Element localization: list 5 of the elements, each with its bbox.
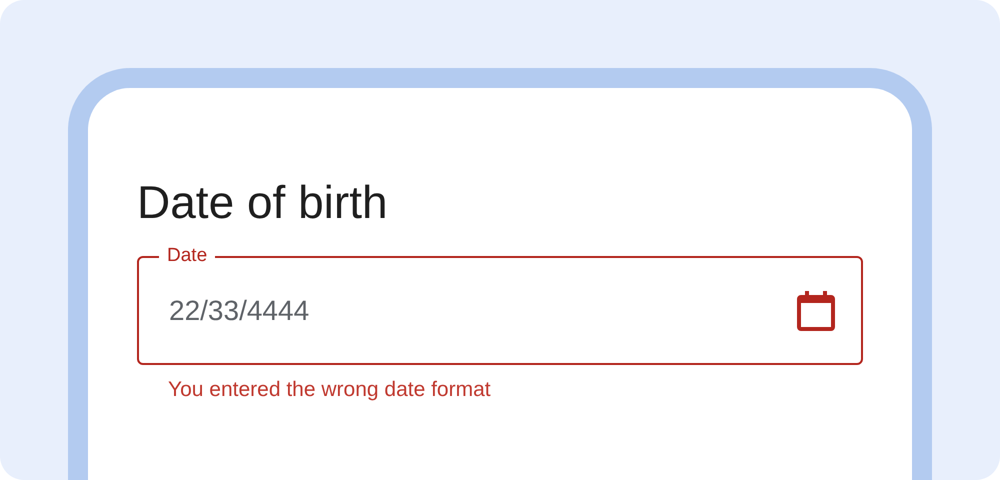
calendar-icon[interactable] — [797, 290, 835, 330]
error-message: You entered the wrong date format — [167, 377, 492, 403]
dialog-title: Date of birth — [137, 175, 389, 230]
date-field[interactable]: Date 22/33/4444 — [137, 244, 863, 365]
date-input[interactable]: 22/33/4444 — [169, 294, 797, 326]
